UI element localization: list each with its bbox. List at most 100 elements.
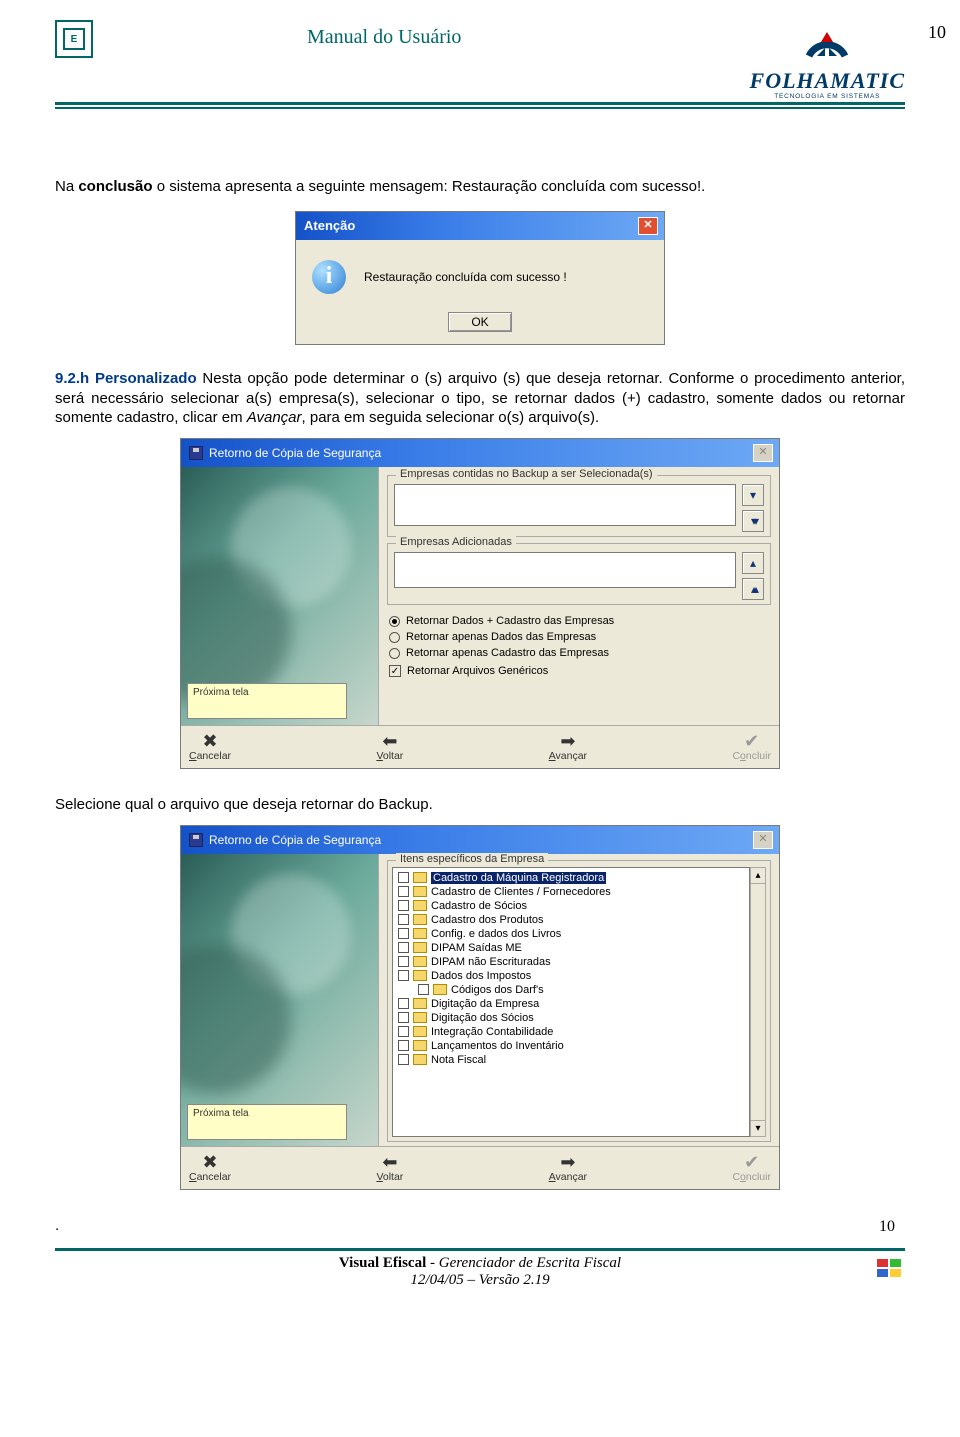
arrow-right-icon: ➡ bbox=[549, 732, 587, 750]
checkbox-arquivos-genericos[interactable]: ✓ Retornar Arquivos Genéricos bbox=[389, 665, 769, 677]
tree-item[interactable]: Códigos dos Darf's bbox=[396, 983, 746, 997]
folder-icon bbox=[413, 886, 427, 897]
page-number-bottom: 10 bbox=[879, 1218, 895, 1236]
tree-item[interactable]: Cadastro da Máquina Registradora bbox=[396, 871, 746, 885]
folder-icon bbox=[413, 1026, 427, 1037]
floppy-icon bbox=[189, 446, 203, 460]
wizard-title-text: Retorno de Cópia de Segurança bbox=[209, 833, 381, 847]
tree-item-label: Códigos dos Darf's bbox=[451, 984, 544, 996]
group-empresas-backup: Empresas contidas no Backup a ser Seleci… bbox=[387, 475, 771, 537]
brand-logo: FOLHAMATIC TECNOLOGIA EM SISTEMAS bbox=[750, 20, 905, 100]
tree-item-label: Config. e dados dos Livros bbox=[431, 928, 561, 940]
checkbox-icon bbox=[398, 956, 409, 967]
add-one-button[interactable]: ▾ bbox=[742, 484, 764, 506]
cancel-icon: ✖ bbox=[189, 732, 231, 750]
tree-item[interactable]: Digitação da Empresa bbox=[396, 997, 746, 1011]
brand-tagline: TECNOLOGIA EM SISTEMAS bbox=[774, 93, 880, 100]
back-button[interactable]: ⬅ Voltar bbox=[376, 1153, 403, 1183]
checkbox-icon bbox=[398, 886, 409, 897]
folder-icon bbox=[413, 998, 427, 1009]
scrollbar[interactable]: ▴ ▾ bbox=[750, 867, 766, 1137]
checkbox-icon bbox=[398, 998, 409, 1009]
checkbox-icon: ✓ bbox=[389, 665, 401, 677]
wizard-titlebar: Retorno de Cópia de Segurança ✕ bbox=[181, 826, 779, 854]
tree-item-label: Digitação da Empresa bbox=[431, 998, 539, 1010]
windows-logo-icon bbox=[875, 1257, 905, 1285]
radio-dados-cadastro[interactable]: Retornar Dados + Cadastro das Empresas bbox=[389, 615, 769, 627]
radio-apenas-dados[interactable]: Retornar apenas Dados das Empresas bbox=[389, 631, 769, 643]
dialog-titlebar: Atenção ✕ bbox=[296, 212, 664, 240]
listbox-empresas-adicionadas[interactable] bbox=[394, 552, 736, 588]
wizard-retorno-2: Retorno de Cópia de Segurança ✕ Próxima … bbox=[180, 825, 780, 1190]
cancel-button[interactable]: ✖ Cancelar bbox=[189, 1153, 231, 1183]
back-button[interactable]: ⬅ Voltar bbox=[376, 732, 403, 762]
tree-item-label: Nota Fiscal bbox=[431, 1054, 486, 1066]
folder-icon bbox=[413, 1040, 427, 1051]
radio-apenas-cadastro[interactable]: Retornar apenas Cadastro das Empresas bbox=[389, 647, 769, 659]
tree-item[interactable]: DIPAM Saídas ME bbox=[396, 941, 746, 955]
scroll-up-icon[interactable]: ▴ bbox=[751, 868, 765, 884]
tree-item[interactable]: Nota Fiscal bbox=[396, 1053, 746, 1067]
wizard-toolbar: ✖ Cancelar ⬅ Voltar ➡ Avançar ✔ Concluir bbox=[181, 725, 779, 768]
folder-icon bbox=[413, 970, 427, 981]
tree-item[interactable]: Config. e dados dos Livros bbox=[396, 927, 746, 941]
radio-options-group: Retornar Dados + Cadastro das Empresas R… bbox=[387, 611, 771, 679]
tree-item[interactable]: DIPAM não Escrituradas bbox=[396, 955, 746, 969]
tree-item-label: Cadastro dos Produtos bbox=[431, 914, 544, 926]
add-all-button[interactable]: ▾▾ bbox=[742, 510, 764, 532]
tree-item-label: Cadastro da Máquina Registradora bbox=[431, 872, 606, 884]
remove-one-button[interactable]: ▴ bbox=[742, 552, 764, 574]
paragraph-conclusion: Na conclusão o sistema apresenta a segui… bbox=[55, 177, 905, 197]
close-icon[interactable]: ✕ bbox=[753, 444, 773, 462]
tree-item[interactable]: Cadastro de Sócios bbox=[396, 899, 746, 913]
close-icon[interactable]: ✕ bbox=[638, 217, 658, 235]
group-label: Empresas contidas no Backup a ser Seleci… bbox=[396, 468, 657, 480]
ok-button[interactable]: OK bbox=[448, 312, 511, 332]
folder-icon bbox=[413, 872, 427, 883]
wizard-side-image: Próxima tela bbox=[181, 467, 379, 725]
next-button[interactable]: ➡ Avançar bbox=[549, 1153, 587, 1183]
finish-button[interactable]: ✔ Concluir bbox=[732, 732, 771, 762]
arrow-right-icon: ➡ bbox=[549, 1153, 587, 1171]
remove-all-button[interactable]: ▴▴ bbox=[742, 578, 764, 600]
dialog-message: Restauração concluída com sucesso ! bbox=[364, 270, 567, 284]
listbox-empresas-backup[interactable] bbox=[394, 484, 736, 526]
group-label: Itens específicos da Empresa bbox=[396, 853, 548, 865]
footer-desc: - Gerenciador de Escrita Fiscal bbox=[426, 1255, 621, 1271]
tree-item[interactable]: Dados dos Impostos bbox=[396, 969, 746, 983]
finish-button[interactable]: ✔ Concluir bbox=[732, 1153, 771, 1183]
doc-title: Manual do Usuário bbox=[307, 26, 461, 49]
checkbox-icon bbox=[398, 914, 409, 925]
dialog-atencao: Atenção ✕ i Restauração concluída com su… bbox=[295, 211, 665, 345]
doc-logo-icon: E bbox=[55, 20, 93, 58]
tree-item[interactable]: Lançamentos do Inventário bbox=[396, 1039, 746, 1053]
folder-icon bbox=[413, 942, 427, 953]
folder-icon bbox=[413, 914, 427, 925]
check-icon: ✔ bbox=[732, 1153, 771, 1171]
tree-item-label: Cadastro de Sócios bbox=[431, 900, 527, 912]
tree-item[interactable]: Digitação dos Sócios bbox=[396, 1011, 746, 1025]
wizard-titlebar: Retorno de Cópia de Segurança ✕ bbox=[181, 439, 779, 467]
footer-version: 12/04/05 – Versão 2.19 bbox=[339, 1272, 621, 1289]
header-rule bbox=[55, 107, 905, 109]
group-label: Empresas Adicionadas bbox=[396, 536, 516, 548]
wizard-title-text: Retorno de Cópia de Segurança bbox=[209, 446, 381, 460]
close-icon[interactable]: ✕ bbox=[753, 831, 773, 849]
wizard-side-image: Próxima tela bbox=[181, 854, 379, 1146]
section-heading: 9.2.h Personalizado bbox=[55, 370, 197, 387]
tree-item-label: Cadastro de Clientes / Fornecedores bbox=[431, 886, 611, 898]
cancel-button[interactable]: ✖ Cancelar bbox=[189, 732, 231, 762]
next-button[interactable]: ➡ Avançar bbox=[549, 732, 587, 762]
tree-itens[interactable]: Cadastro da Máquina Registradora Cadastro… bbox=[392, 867, 750, 1137]
cancel-icon: ✖ bbox=[189, 1153, 231, 1171]
scroll-down-icon[interactable]: ▾ bbox=[751, 1120, 765, 1136]
tree-item-label: Integração Contabilidade bbox=[431, 1026, 553, 1038]
tree-item[interactable]: Integração Contabilidade bbox=[396, 1025, 746, 1039]
tree-item-label: DIPAM não Escrituradas bbox=[431, 956, 551, 968]
floppy-icon bbox=[189, 833, 203, 847]
folder-icon bbox=[413, 928, 427, 939]
tree-item[interactable]: Cadastro dos Produtos bbox=[396, 913, 746, 927]
checkbox-icon bbox=[398, 1054, 409, 1065]
page-number-top: 10 bbox=[928, 22, 946, 43]
tree-item[interactable]: Cadastro de Clientes / Fornecedores bbox=[396, 885, 746, 899]
